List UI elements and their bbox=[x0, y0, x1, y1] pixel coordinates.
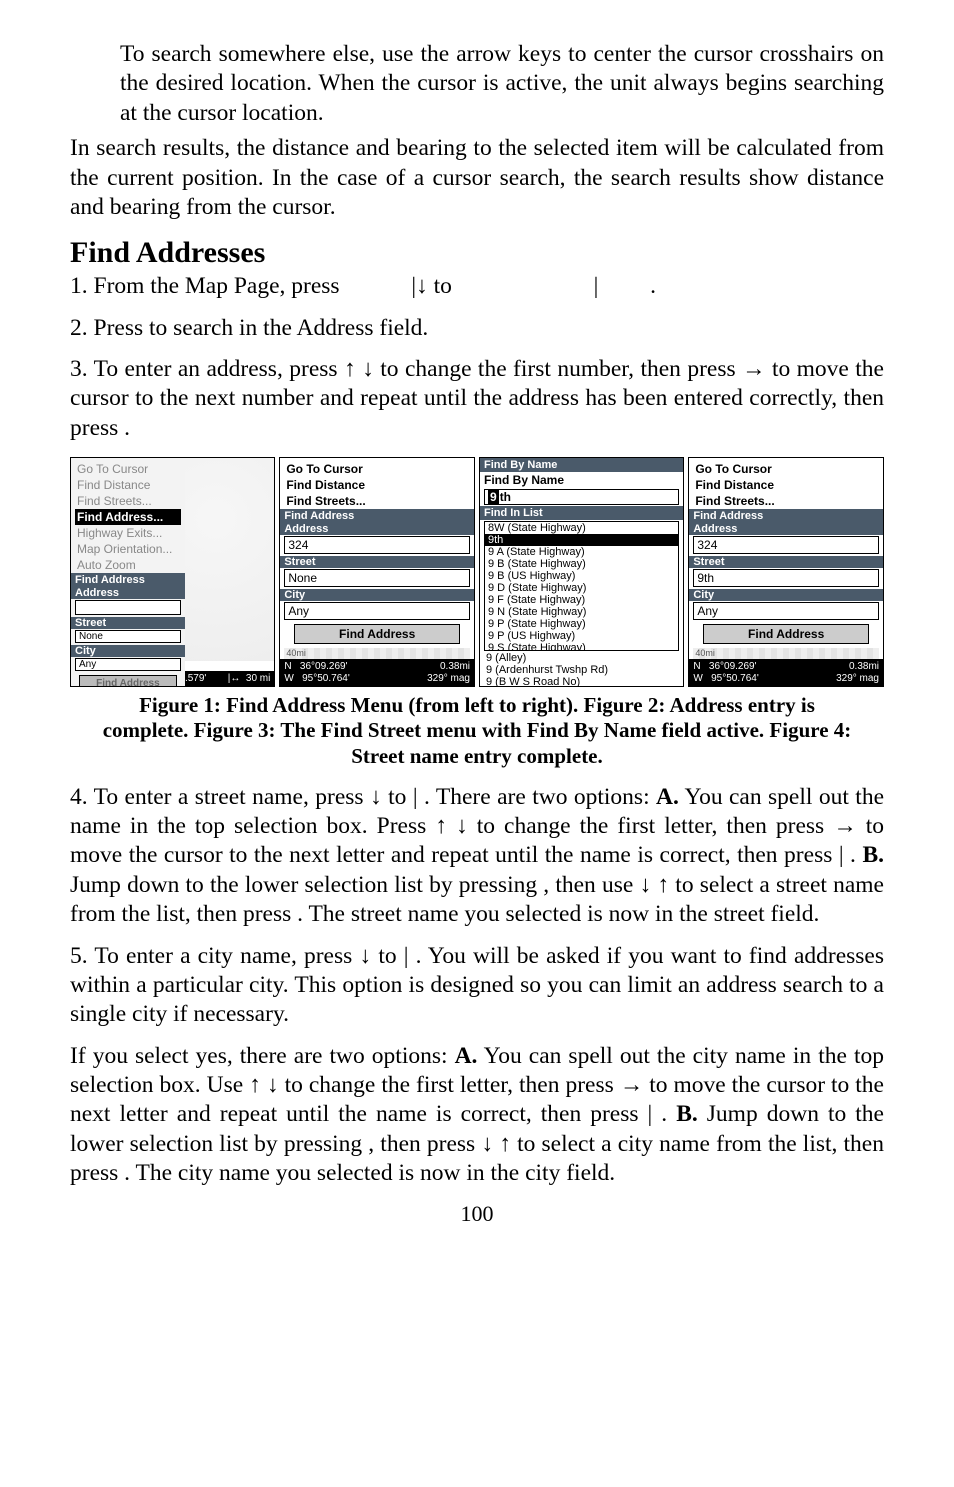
fig2-coords-right: 0.38mi 329° mag bbox=[427, 661, 470, 684]
step-1: 1. From the Map Page, press |↓ to | . bbox=[70, 272, 884, 301]
list-item: 9 B (US Highway) bbox=[485, 570, 678, 582]
fig1-title-bar: Find Address bbox=[71, 573, 185, 587]
fig3-overflow: 9 (Alley) 9 (Ardenhurst Twshp Rd) 9 (B W… bbox=[480, 652, 683, 687]
fig1-value-street: None bbox=[75, 630, 181, 643]
fig4-coords-left: N 36°09.269' W 95°50.764' bbox=[693, 661, 758, 684]
figure-caption: Figure 1: Find Address Menu (from left t… bbox=[100, 693, 854, 769]
figure-1-panel: Go To Cursor Find Distance Find Streets.… bbox=[70, 457, 275, 687]
fig1-label-city: City bbox=[71, 645, 185, 657]
fig4-menu-find-distance: Find Distance bbox=[693, 477, 879, 493]
step-1-text-c: | bbox=[594, 273, 599, 299]
fig2-find-address-button: Find Address bbox=[294, 624, 461, 644]
list-item: 9 (Alley) bbox=[486, 652, 677, 664]
step-6: If you select yes, there are two options… bbox=[70, 1042, 884, 1189]
list-item: 9 N (State Highway) bbox=[485, 606, 678, 618]
list-item: 9 F (State Highway) bbox=[485, 594, 678, 606]
fig1-menu-find-distance: Find Distance bbox=[75, 477, 181, 493]
page-number: 100 bbox=[70, 1201, 884, 1227]
step-4-label-B: B. bbox=[862, 842, 884, 868]
list-item: 9 (B W S Road No) bbox=[486, 676, 677, 687]
fig4-coords-bar: N 36°09.269' W 95°50.764' 0.38mi 329° ma… bbox=[689, 659, 883, 686]
figure-1-map-bg bbox=[177, 458, 275, 661]
fig1-coords-zoom: |↔ 30 mi bbox=[228, 673, 271, 685]
fig4-menu-goto-cursor: Go To Cursor bbox=[693, 461, 879, 477]
fig3-input-cursor: 9 bbox=[488, 490, 499, 504]
fig2-menu-find-distance: Find Distance bbox=[284, 477, 470, 493]
fig2-coords-bar: N 36°09.269' W 95°50.764' 0.38mi 329° ma… bbox=[280, 659, 474, 686]
fig4-value-city: Any bbox=[693, 602, 879, 620]
step-1-text-a: 1. From the Map Page, press bbox=[70, 273, 345, 299]
fig1-label-address: Address bbox=[71, 587, 185, 599]
step-4: 4. To enter a street name, press ↓ to | … bbox=[70, 783, 884, 930]
fig1-menu-highway-exits: Highway Exits... bbox=[75, 525, 181, 541]
fig4-label-street: Street bbox=[689, 556, 883, 568]
step-2: 2. Press to search in the Address field. bbox=[70, 314, 884, 343]
fig1-menu-map-orientation: Map Orientation... bbox=[75, 541, 181, 557]
fig3-result-list: 8W (State Highway) 9th 9 A (State Highwa… bbox=[484, 521, 679, 651]
fig2-label-address: Address bbox=[280, 523, 474, 535]
fig3-name-input: 9th bbox=[484, 489, 679, 505]
fig3-input-rest: th bbox=[500, 490, 511, 504]
figure-4-panel: Go To Cursor Find Distance Find Streets.… bbox=[688, 457, 884, 687]
fig1-value-city: Any bbox=[75, 658, 181, 671]
fig3-bar-find-in-list: Find In List bbox=[480, 506, 683, 520]
step-5: 5. To enter a city name, press ↓ to | . … bbox=[70, 942, 884, 1030]
fig1-menu-find-address: Find Address... bbox=[75, 509, 181, 525]
fig1-menu-find-streets: Find Streets... bbox=[75, 493, 181, 509]
fig4-menu-find-streets: Find Streets... bbox=[693, 493, 879, 509]
list-item: 9 P (State Highway) bbox=[485, 618, 678, 630]
fig2-value-city: Any bbox=[284, 602, 470, 620]
fig4-find-address-button: Find Address bbox=[703, 624, 870, 644]
fig2-menu-find-streets: Find Streets... bbox=[284, 493, 470, 509]
list-item: 9 A (State Highway) bbox=[485, 546, 678, 558]
fig1-label-street: Street bbox=[71, 617, 185, 629]
fig2-label-street: Street bbox=[280, 556, 474, 568]
list-item: 9 (Ardenhurst Twshp Rd) bbox=[486, 664, 677, 676]
fig4-title-bar: Find Address bbox=[689, 509, 883, 523]
step-4-intro: 4. To enter a street name, press ↓ to | … bbox=[70, 784, 656, 810]
list-item: 9 D (State Highway) bbox=[485, 582, 678, 594]
list-item: 9 S (State Highway) bbox=[485, 642, 678, 651]
fig2-value-street: None bbox=[284, 569, 470, 587]
fig1-menu-auto-zoom: Auto Zoom bbox=[75, 557, 181, 573]
fig4-label-address: Address bbox=[689, 523, 883, 535]
heading-find-addresses: Find Addresses bbox=[70, 236, 884, 270]
fig2-label-city: City bbox=[280, 589, 474, 601]
fig1-find-address-button: Find Address bbox=[79, 675, 178, 687]
fig1-value-address bbox=[75, 600, 181, 615]
fig3-menu-find-by-name: Find By Name bbox=[480, 472, 683, 488]
fig4-label-city: City bbox=[689, 589, 883, 601]
list-item: 9 B (State Highway) bbox=[485, 558, 678, 570]
step-6-label-B: B. bbox=[676, 1101, 698, 1127]
step-4-text-B: Jump down to the lower selection list by… bbox=[70, 872, 884, 927]
list-item: 9 P (US Highway) bbox=[485, 630, 678, 642]
step-6-label-A: A. bbox=[455, 1043, 478, 1069]
list-item: 9th bbox=[485, 534, 678, 546]
fig2-menu-goto-cursor: Go To Cursor bbox=[284, 461, 470, 477]
list-item: 8W (State Highway) bbox=[485, 522, 678, 534]
step-3: 3. To enter an address, press ↑ ↓ to cha… bbox=[70, 355, 884, 443]
fig3-bar-find-by-name: Find By Name bbox=[480, 458, 683, 472]
fig2-value-address: 324 bbox=[284, 536, 470, 554]
step-1-text-b: |↓ to bbox=[411, 273, 457, 299]
fig2-coords-left: N 36°09.269' W 95°50.764' bbox=[284, 661, 349, 684]
step-6-intro: If you select yes, there are two options… bbox=[70, 1043, 455, 1069]
figure-row: Go To Cursor Find Distance Find Streets.… bbox=[70, 457, 884, 687]
intro-paragraph-1: To search somewhere else, use the arrow … bbox=[120, 40, 884, 128]
step-1-text-d: . bbox=[650, 273, 656, 299]
step-4-label-A: A. bbox=[656, 784, 679, 810]
figure-2-panel: Go To Cursor Find Distance Find Streets.… bbox=[279, 457, 475, 687]
fig1-menu-goto-cursor: Go To Cursor bbox=[75, 461, 181, 477]
figure-3-panel: Find By Name Find By Name 9th Find In Li… bbox=[479, 457, 684, 687]
fig4-value-street: 9th bbox=[693, 569, 879, 587]
fig4-coords-right: 0.38mi 329° mag bbox=[836, 661, 879, 684]
fig4-value-address: 324 bbox=[693, 536, 879, 554]
fig2-title-bar: Find Address bbox=[280, 509, 474, 523]
intro-paragraph-2: In search results, the distance and bear… bbox=[70, 134, 884, 222]
